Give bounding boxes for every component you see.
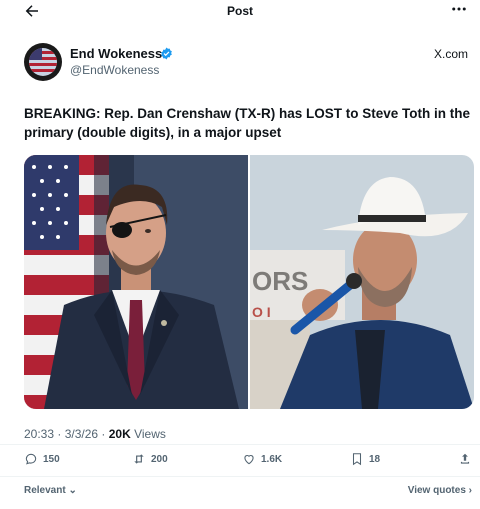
repost-button[interactable]: 200 xyxy=(132,452,168,466)
share-button[interactable] xyxy=(458,452,472,466)
source-label: X.com xyxy=(433,47,468,61)
view-quotes-link[interactable]: View quotes › xyxy=(408,485,472,496)
reply-count: 150 xyxy=(43,453,60,465)
divider xyxy=(0,476,480,477)
reply-button[interactable]: 150 xyxy=(24,452,60,466)
photo-dan-crenshaw[interactable] xyxy=(24,155,248,409)
author-name[interactable]: End Wokeness xyxy=(70,46,162,61)
chevron-down-icon: ⌄ xyxy=(65,485,77,496)
sort-label: Relevant xyxy=(24,485,66,496)
like-count: 1.6K xyxy=(261,453,283,465)
tweet-text: BREAKING: Rep. Dan Crenshaw (TX-R) has L… xyxy=(24,106,471,140)
like-button[interactable]: 1.6K xyxy=(242,452,282,466)
avatar[interactable] xyxy=(24,43,62,81)
photo-steve-toth[interactable]: ORS O I xyxy=(250,155,474,409)
top-bar: Post xyxy=(0,0,480,24)
heart-icon xyxy=(244,455,254,465)
views-label: Views xyxy=(130,427,166,441)
chevron-right-icon: › xyxy=(465,485,472,496)
author-handle[interactable]: @EndWokeness xyxy=(70,63,159,77)
reply-icon xyxy=(25,453,37,465)
view-quotes-label: View quotes xyxy=(407,485,466,496)
more-options-icon[interactable] xyxy=(450,0,468,23)
bookmark-count: 18 xyxy=(369,453,381,465)
repost-icon xyxy=(134,454,144,464)
sort-dropdown[interactable]: Relevant ⌄ xyxy=(24,485,77,496)
repost-count: 200 xyxy=(151,453,168,465)
views-count: 20K xyxy=(108,427,131,441)
bookmark-icon xyxy=(352,453,362,466)
svg-text:ORS: ORS xyxy=(252,266,308,296)
bookmark-button[interactable]: 18 xyxy=(350,452,380,466)
post-meta: 20:33 · 3/3/26 · 20K Views xyxy=(24,427,166,441)
post-timestamp: 20:33 · 3/3/26 · xyxy=(24,427,109,441)
share-icon xyxy=(460,453,470,464)
divider xyxy=(0,444,480,445)
action-bar: 150 200 1.6K 18 xyxy=(24,452,472,470)
page-title: Post xyxy=(226,4,253,18)
svg-text:O I: O I xyxy=(252,304,271,320)
verified-badge-icon xyxy=(160,47,173,60)
